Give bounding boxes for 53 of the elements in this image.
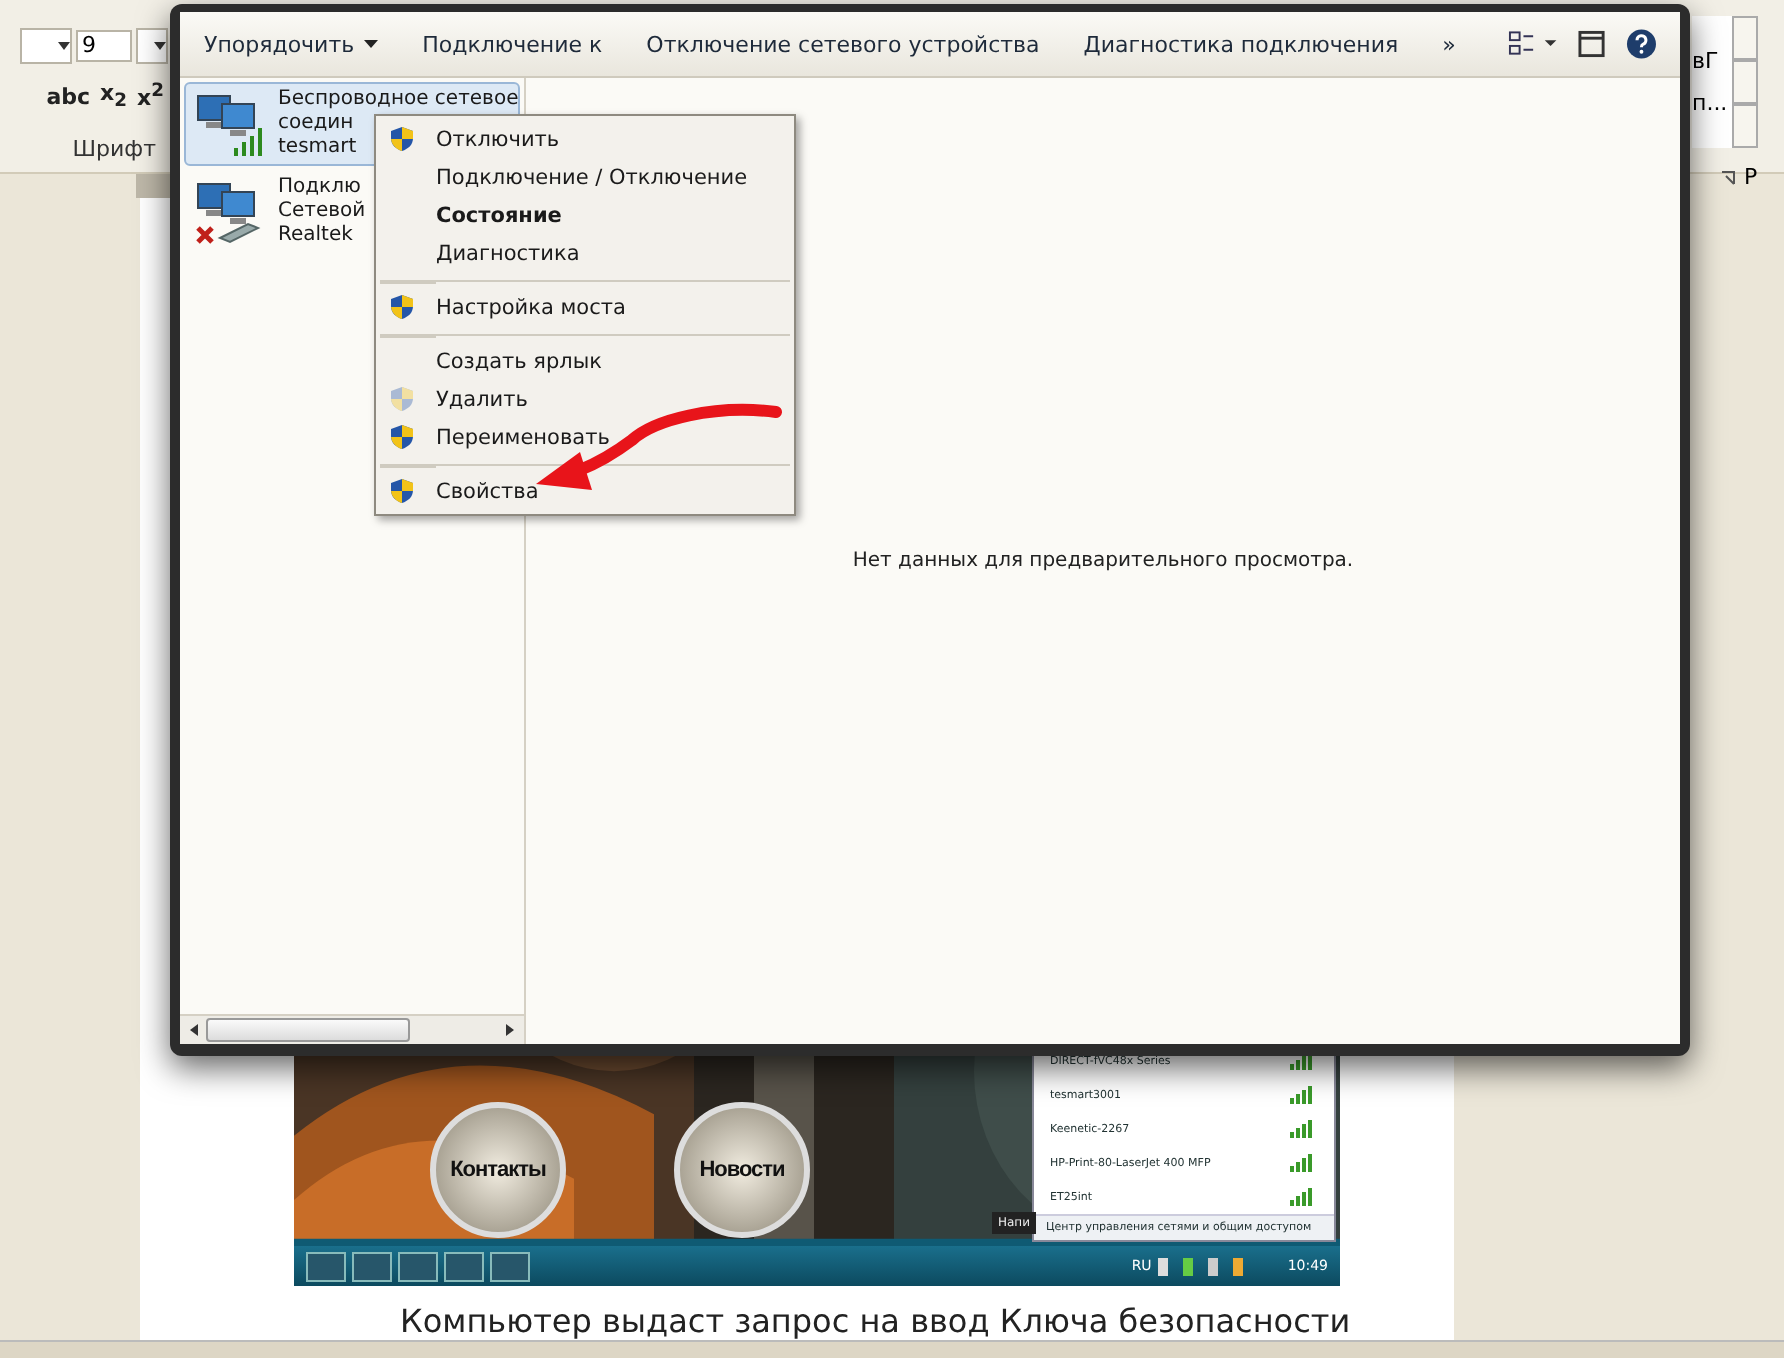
connection-text: Сетевой bbox=[278, 200, 366, 224]
taskbar-icon[interactable] bbox=[398, 1251, 438, 1281]
caret-icon bbox=[154, 42, 166, 50]
shield-icon bbox=[390, 126, 414, 152]
shield-icon bbox=[390, 386, 414, 412]
taskbar-icon[interactable] bbox=[444, 1251, 484, 1281]
font-size-dropdown[interactable] bbox=[136, 28, 168, 64]
format-button[interactable]: x$^{2}$ bbox=[133, 80, 168, 113]
signal-icon bbox=[1290, 1120, 1314, 1138]
shield-icon bbox=[390, 478, 414, 504]
dialog-launcher-icon[interactable] bbox=[1720, 169, 1736, 185]
toolbar-button[interactable]: Упорядочить bbox=[192, 27, 391, 61]
shield-icon bbox=[390, 294, 414, 320]
font-name-dropdown[interactable] bbox=[20, 28, 72, 64]
toolbar-button[interactable]: Подключение к bbox=[410, 27, 615, 61]
font-size-field[interactable]: 9 bbox=[76, 30, 132, 62]
caret-icon bbox=[58, 42, 70, 50]
help-icon[interactable] bbox=[1625, 28, 1656, 60]
signal-icon bbox=[1290, 1052, 1314, 1070]
style-preview[interactable]: п... bbox=[1692, 90, 1732, 116]
taskbar-icon[interactable] bbox=[490, 1251, 530, 1281]
preview-pane-icon[interactable] bbox=[1578, 30, 1606, 58]
menu-item[interactable]: Состояние bbox=[380, 196, 790, 234]
taskbar-icon[interactable] bbox=[352, 1251, 392, 1281]
toolbar-button[interactable]: Отключение сетевого устройства bbox=[634, 27, 1052, 61]
caret-icon bbox=[364, 40, 379, 49]
scroll-right-icon[interactable] bbox=[502, 1022, 518, 1038]
group-label: Шрифт bbox=[72, 136, 158, 163]
menu-item[interactable]: Переименовать bbox=[380, 418, 790, 456]
taskbar-icon[interactable] bbox=[306, 1251, 346, 1281]
preview-message: Нет данных для предварительного просмотра. bbox=[852, 550, 1354, 576]
toolbar-button[interactable]: Диагностика подключения bbox=[1071, 27, 1411, 61]
format-button[interactable]: abc bbox=[42, 80, 95, 113]
format-button[interactable]: x$_{2}$ bbox=[96, 80, 132, 113]
toolbar-button[interactable]: » bbox=[1430, 27, 1468, 61]
signal-icon bbox=[1290, 1086, 1314, 1104]
signal-icon bbox=[1290, 1154, 1314, 1172]
connection-text: Беспроводное сетевое bbox=[278, 88, 519, 112]
group-label: Р bbox=[1744, 164, 1758, 190]
connection-text: Realtek bbox=[278, 224, 353, 248]
view-icon[interactable] bbox=[1507, 30, 1558, 58]
scroll-left-icon[interactable] bbox=[186, 1022, 202, 1038]
connection-text: соедин bbox=[278, 112, 354, 136]
menu-item[interactable]: Диагностика bbox=[380, 234, 790, 272]
menu-item[interactable]: Удалить bbox=[380, 380, 790, 418]
connection-text: Подклю bbox=[278, 176, 361, 200]
scrollbar-thumb[interactable] bbox=[206, 1018, 410, 1042]
signal-icon bbox=[1290, 1188, 1314, 1206]
document-text: Компьютер выдаст запрос на ввод Ключа безопасности bbox=[400, 1302, 1351, 1340]
shield-icon bbox=[390, 424, 414, 450]
ruler bbox=[136, 174, 172, 198]
connection-text: tesmart bbox=[278, 136, 357, 160]
style-preview[interactable]: вГ bbox=[1692, 48, 1732, 74]
